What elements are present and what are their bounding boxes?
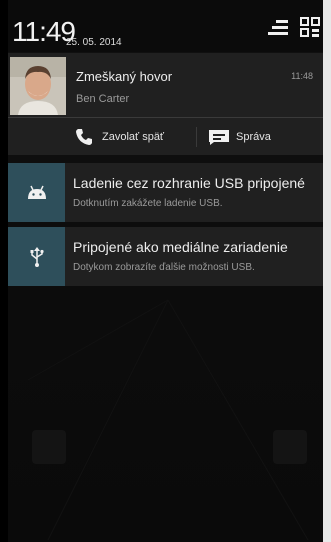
status-bar: 11:49 25. 05. 2014 xyxy=(8,0,323,52)
date: 25. 05. 2014 xyxy=(66,37,122,48)
caller-name: Ben Carter xyxy=(76,93,130,105)
android-icon xyxy=(8,163,65,222)
message-button[interactable]: Správa xyxy=(208,119,271,155)
phone-icon xyxy=(74,127,94,147)
avatar xyxy=(10,57,66,115)
divider xyxy=(8,117,323,118)
settings-sliders-icon[interactable] xyxy=(268,18,290,38)
missed-call-notification[interactable]: Zmeškaný hovor Ben Carter 11:48 Zavolať … xyxy=(8,53,323,155)
notification-time: 11:48 xyxy=(291,71,313,81)
missed-call-title: Zmeškaný hovor xyxy=(76,69,173,84)
usb-debugging-title: Ladenie cez rozhranie USB pripojené xyxy=(73,175,305,191)
quick-settings-grid-icon[interactable] xyxy=(300,16,320,40)
call-back-button[interactable]: Zavolať späť xyxy=(74,119,164,155)
usb-icon xyxy=(8,227,65,286)
usb-debugging-subtitle: Dotknutím zakážete ladenie USB. xyxy=(73,198,223,209)
screen-edge xyxy=(323,0,331,542)
message-label: Správa xyxy=(236,131,271,143)
notification-shade: 11:49 25. 05. 2014 Zmeškaný hovor Ben Ca… xyxy=(8,0,323,542)
media-device-subtitle: Dotykom zobrazíte ďalšie možnosti USB. xyxy=(73,262,255,273)
media-device-notification[interactable]: Pripojené ako mediálne zariadenie Dotyko… xyxy=(8,227,323,286)
message-icon xyxy=(208,127,229,147)
media-device-title: Pripojené ako mediálne zariadenie xyxy=(73,239,288,255)
action-separator xyxy=(196,127,197,147)
usb-debugging-notification[interactable]: Ladenie cez rozhranie USB pripojené Dotk… xyxy=(8,163,323,222)
call-back-label: Zavolať späť xyxy=(102,131,165,143)
